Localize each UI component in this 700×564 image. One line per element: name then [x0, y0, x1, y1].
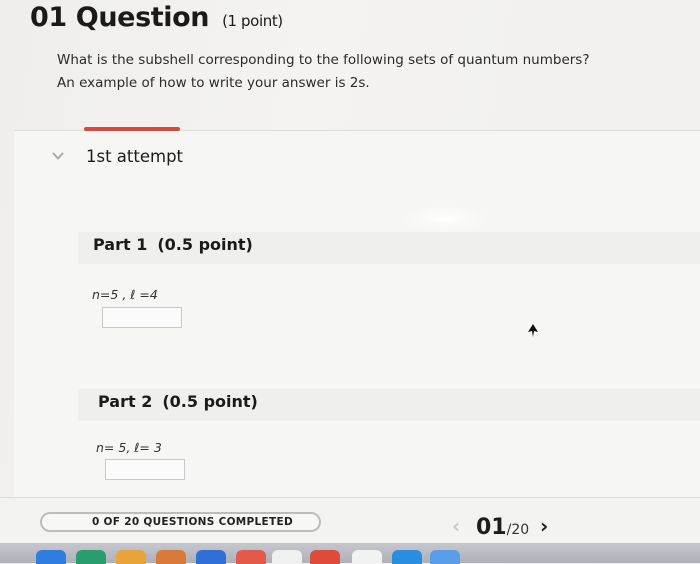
question-number: 01 [30, 2, 67, 33]
question-label: Question [75, 2, 210, 33]
part-2-answer-input[interactable] [105, 459, 185, 480]
dock-app-icon[interactable] [36, 550, 66, 564]
dock-app-icon[interactable] [352, 550, 382, 564]
part-1-points: (0.5 point) [157, 235, 253, 254]
attempt-panel [14, 130, 700, 546]
dock-app-icon[interactable] [156, 550, 186, 564]
part-2-quantum-numbers: n= 5, ℓ= 3 [96, 440, 162, 455]
page-indicator: 01/20 [476, 515, 529, 540]
dock-app-icon[interactable] [430, 550, 460, 564]
current-page: 01 [476, 515, 507, 540]
attempt-label[interactable]: 1st attempt [86, 147, 183, 166]
mouse-pointer-icon [528, 324, 538, 337]
question-example: An example of how to write your answer i… [57, 75, 370, 91]
part-1-quantum-numbers: n=5 , ℓ =4 [92, 287, 158, 302]
calendar-icon[interactable] [310, 550, 340, 564]
dock-app-icon[interactable] [392, 550, 422, 564]
part-1-answer-input[interactable] [102, 307, 182, 328]
dock-app-icon[interactable] [76, 550, 106, 564]
dock-app-icon[interactable] [196, 550, 226, 564]
chevron-right-icon[interactable]: › [540, 514, 548, 538]
dock-app-icon[interactable] [116, 550, 146, 564]
question-prompt: What is the subshell corresponding to th… [57, 52, 590, 68]
question-title: 01 Question (1 point) [30, 2, 283, 33]
progress-text: 0 OF 20 QUESTIONS COMPLETED [92, 516, 293, 528]
part-2-points: (0.5 point) [162, 392, 258, 411]
part-1-title: Part 1 (0.5 point) [93, 235, 253, 254]
part-2-title: Part 2 (0.5 point) [98, 392, 258, 411]
part-2-label: Part 2 [98, 392, 153, 411]
dock-app-icon[interactable] [272, 550, 302, 564]
question-points: (1 point) [222, 12, 283, 30]
dock-app-icon[interactable] [236, 550, 266, 564]
total-pages: /20 [506, 522, 530, 538]
chevron-left-icon[interactable]: ‹ [452, 514, 460, 538]
chevron-down-icon[interactable] [52, 150, 64, 162]
attempt-accent-bar [84, 127, 180, 131]
screen-glare [400, 206, 490, 232]
part-1-label: Part 1 [93, 235, 148, 254]
